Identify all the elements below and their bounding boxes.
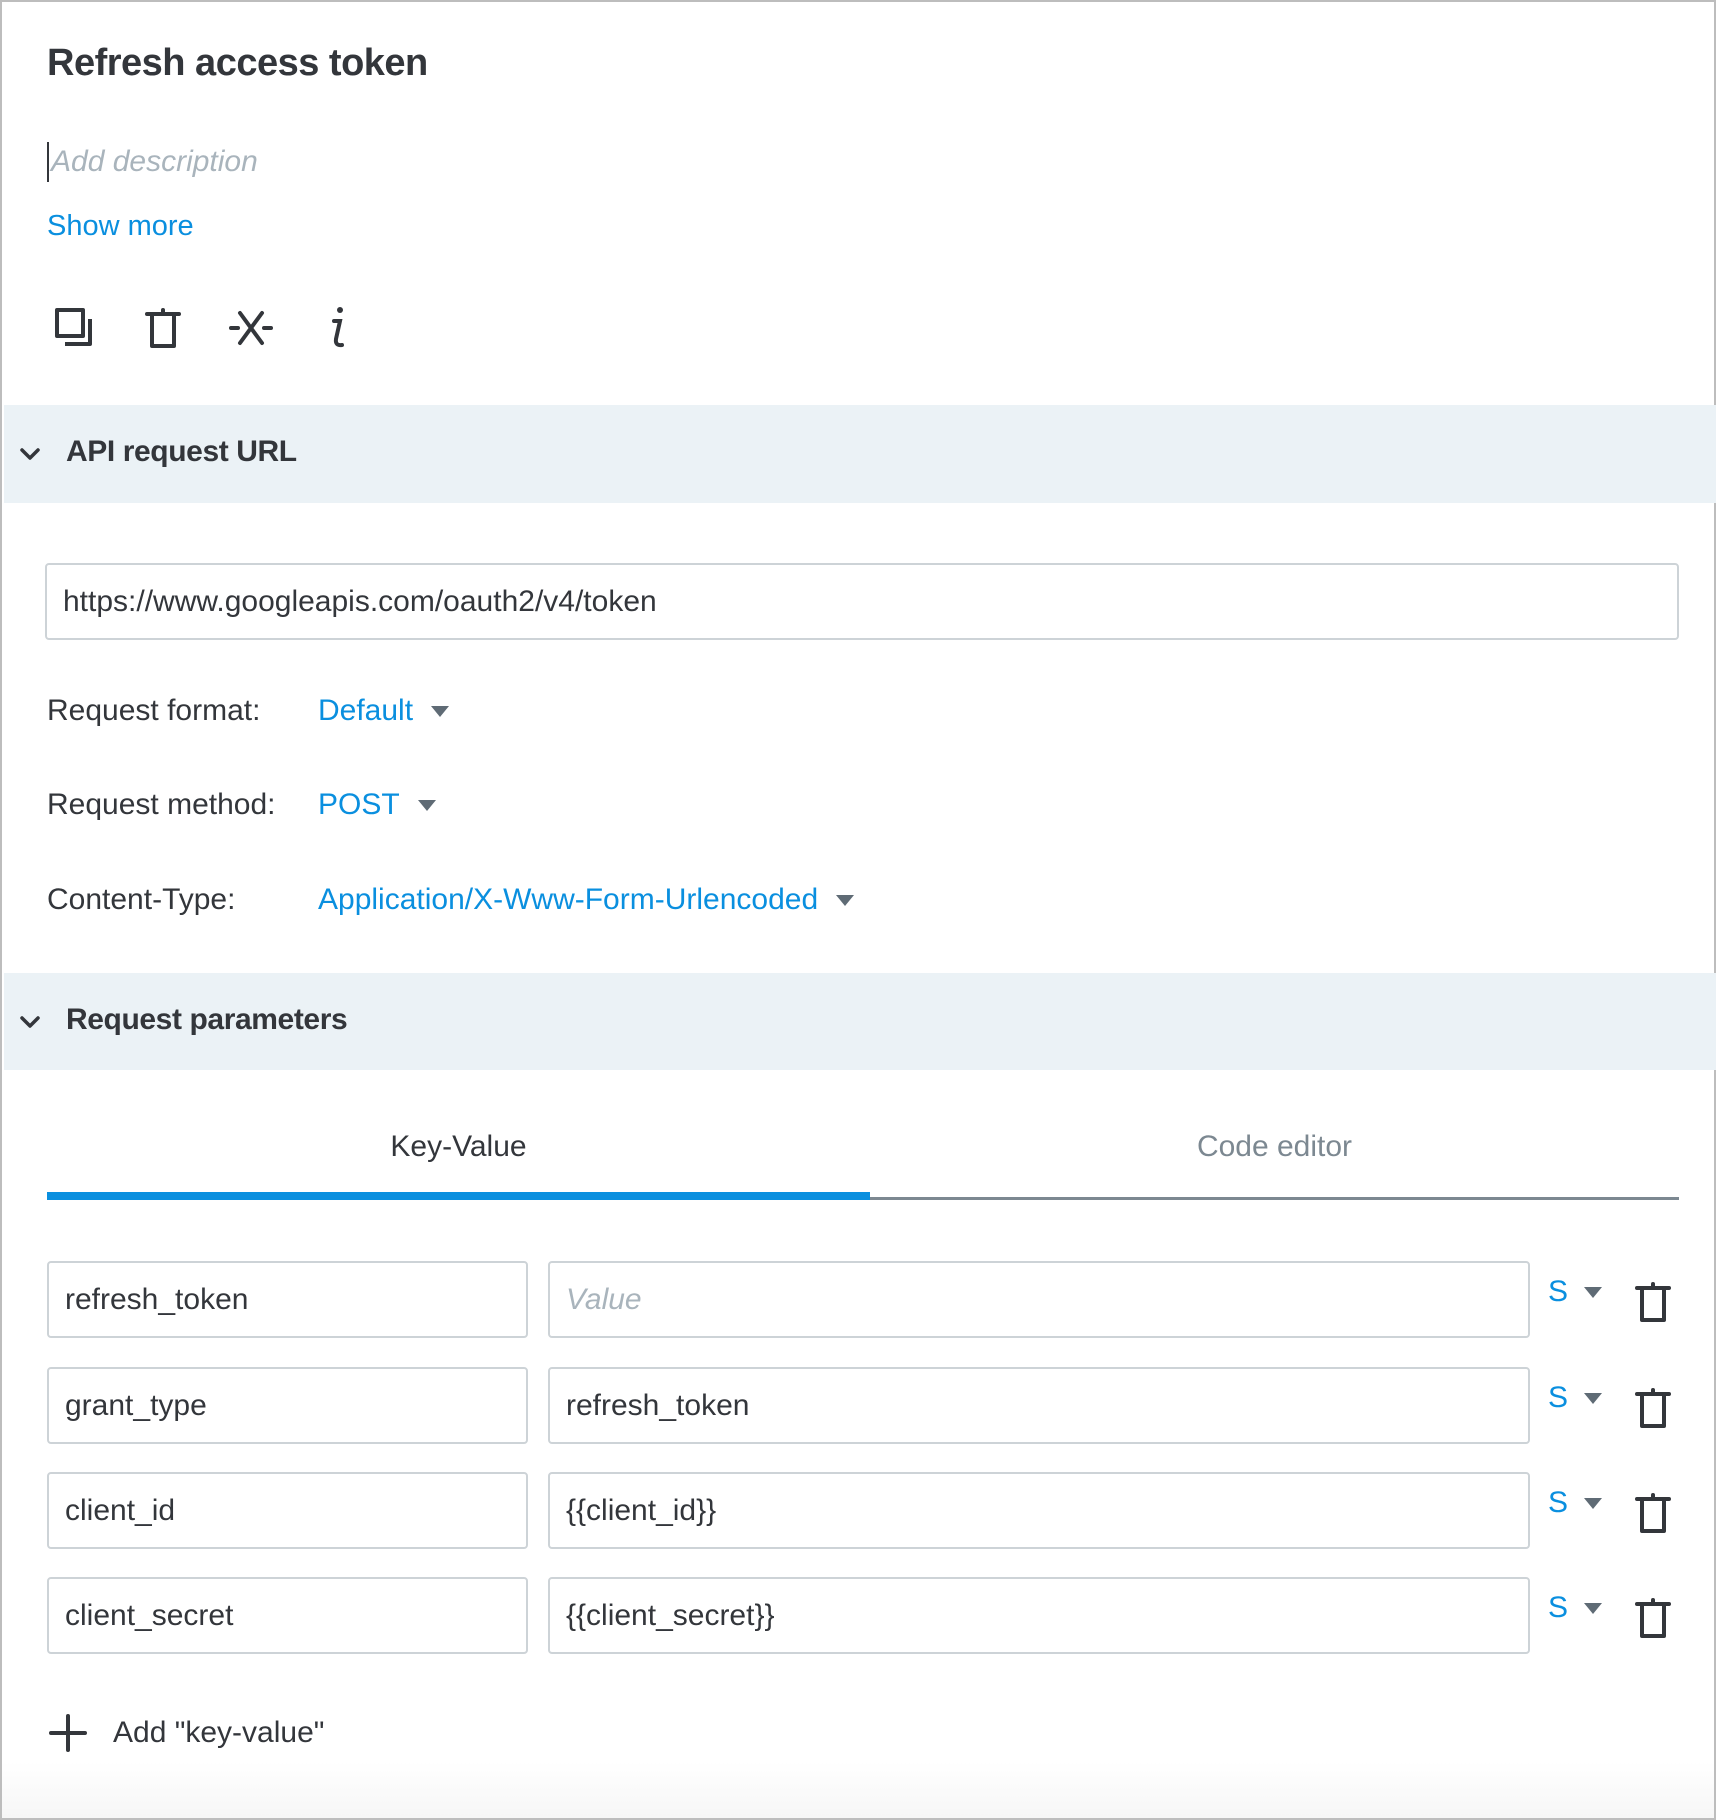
caret-down-icon xyxy=(1584,1392,1603,1404)
param-type-value: S xyxy=(1548,1275,1569,1308)
caret-down-icon xyxy=(417,799,436,811)
tab-code-editor[interactable]: Code editor xyxy=(870,1130,1679,1164)
caret-down-icon xyxy=(1584,1602,1603,1614)
delete-row-button[interactable] xyxy=(1630,1490,1676,1536)
param-key-input[interactable]: grant_type xyxy=(47,1367,528,1444)
url-input[interactable]: https://www.googleapis.com/oauth2/v4/tok… xyxy=(45,563,1679,640)
delete-row-button[interactable] xyxy=(1630,1385,1676,1431)
content-type-value: Application/X-Www-Form-Urlencoded xyxy=(318,883,819,916)
param-type-dropdown[interactable]: S xyxy=(1548,1275,1603,1309)
chevron-down-icon xyxy=(20,448,40,460)
request-method-label: Request method: xyxy=(47,788,276,821)
request-method-dropdown[interactable]: POST xyxy=(318,788,436,822)
request-format-value: Default xyxy=(318,694,414,727)
param-key-input[interactable]: client_id xyxy=(47,1472,528,1549)
request-format-dropdown[interactable]: Default xyxy=(318,694,450,728)
delete-row-button[interactable] xyxy=(1630,1279,1676,1325)
trash-icon xyxy=(1635,1493,1671,1533)
description-input[interactable]: Add description xyxy=(47,142,258,182)
param-value-input[interactable]: refresh_token xyxy=(548,1367,1530,1444)
duplicate-icon[interactable] xyxy=(52,305,98,351)
caret-down-icon xyxy=(1584,1286,1603,1298)
delete-row-button[interactable] xyxy=(1630,1595,1676,1641)
param-type-dropdown[interactable]: S xyxy=(1548,1591,1603,1625)
section-title: Request parameters xyxy=(66,1003,348,1036)
info-icon[interactable] xyxy=(316,305,362,351)
param-type-dropdown[interactable]: S xyxy=(1548,1381,1603,1415)
request-method-value: POST xyxy=(318,788,400,821)
caret-down-icon xyxy=(836,894,855,906)
param-type-dropdown[interactable]: S xyxy=(1548,1486,1603,1520)
param-type-value: S xyxy=(1548,1591,1569,1624)
trash-icon xyxy=(1635,1282,1671,1322)
panel: Refresh access token Add description Sho… xyxy=(0,0,1716,1820)
param-type-value: S xyxy=(1548,1486,1569,1519)
trash-icon[interactable] xyxy=(140,305,186,351)
chevron-down-icon xyxy=(20,1016,40,1028)
param-key-input[interactable]: client_secret xyxy=(47,1577,528,1654)
caret-down-icon xyxy=(431,705,450,717)
add-key-value-button[interactable]: Add "key-value" xyxy=(47,1712,324,1754)
content-type-dropdown[interactable]: Application/X-Www-Form-Urlencoded xyxy=(318,883,855,917)
show-more-link[interactable]: Show more xyxy=(47,210,194,243)
page-title: Refresh access token xyxy=(47,42,428,84)
disconnect-icon[interactable] xyxy=(228,305,274,351)
param-value-input[interactable]: {{client_secret}} xyxy=(548,1577,1530,1654)
tab-key-value[interactable]: Key-Value xyxy=(47,1130,870,1164)
active-tab-indicator xyxy=(47,1192,870,1200)
section-header-api-url[interactable]: API request URL xyxy=(4,405,1716,503)
tab-divider xyxy=(870,1197,1679,1200)
trash-icon xyxy=(1635,1598,1671,1638)
caret-down-icon xyxy=(1584,1497,1603,1509)
param-value-input[interactable]: Value xyxy=(548,1261,1530,1338)
param-value-input[interactable]: {{client_id}} xyxy=(548,1472,1530,1549)
add-key-value-label: Add "key-value" xyxy=(113,1716,325,1749)
param-key-input[interactable]: refresh_token xyxy=(47,1261,528,1338)
request-format-label: Request format: xyxy=(47,694,261,727)
content-type-label: Content-Type: xyxy=(47,883,236,916)
trash-icon xyxy=(1635,1388,1671,1428)
plus-icon xyxy=(49,1714,87,1752)
param-type-value: S xyxy=(1548,1381,1569,1414)
section-title: API request URL xyxy=(66,435,297,468)
section-header-request-params[interactable]: Request parameters xyxy=(4,973,1716,1070)
